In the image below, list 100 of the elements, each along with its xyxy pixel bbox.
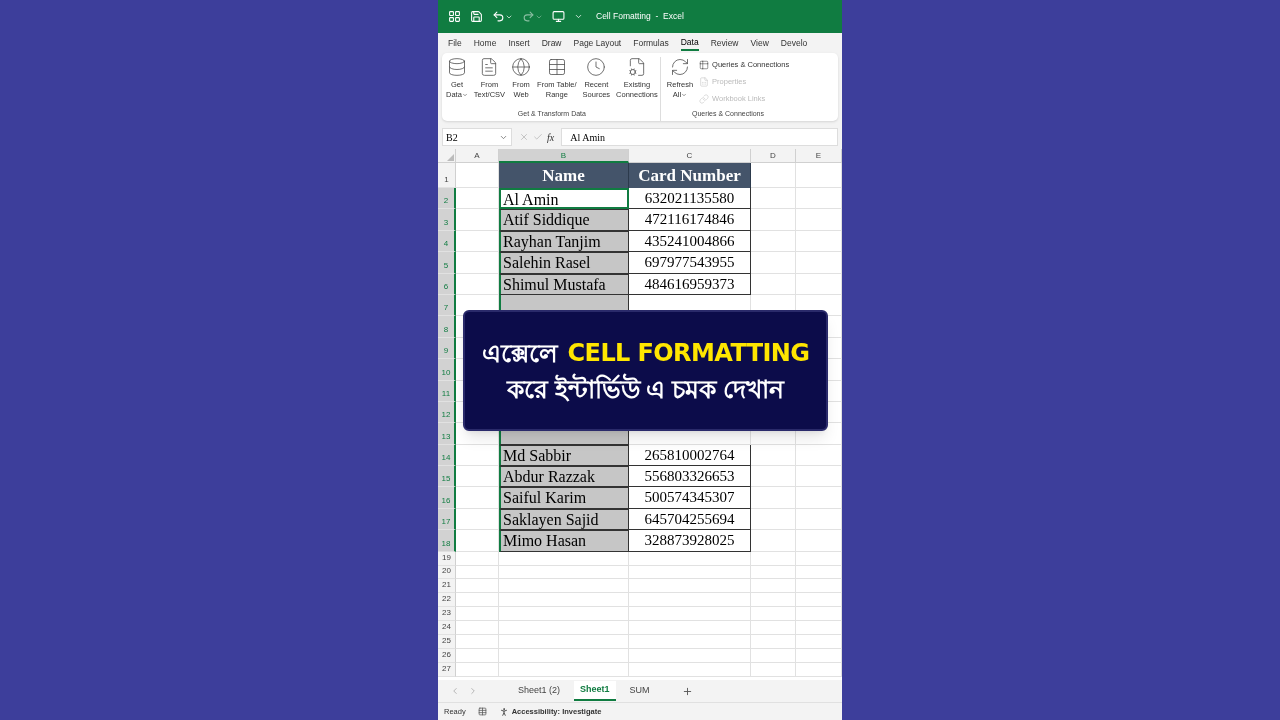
empty-cell (796, 551, 842, 566)
formula-field[interactable]: Al Amin (561, 128, 838, 146)
row-header[interactable]: 22 (438, 593, 456, 608)
banner-text: এক্সেলে (481, 337, 558, 369)
table-cell: Md Sabbir (499, 444, 629, 467)
macro-icon[interactable] (477, 707, 487, 716)
column-header[interactable]: C (629, 149, 751, 163)
table-cell: 472116174846 (629, 209, 751, 231)
column-heading: Card Number (629, 163, 751, 188)
table-cell: Abdur Razzak (499, 466, 629, 488)
row-header[interactable]: 24 (438, 621, 456, 635)
column-header[interactable]: A (456, 149, 499, 163)
add-sheet-icon[interactable] (681, 685, 693, 697)
empty-cell (751, 662, 796, 677)
ribbon-tab[interactable]: Page Layout (573, 35, 622, 51)
next-sheet-icon[interactable] (468, 686, 478, 696)
form-icon[interactable] (552, 10, 565, 23)
table-cell: Rayhan Tanjim (499, 230, 629, 253)
table-cell: Atif Siddique (499, 209, 629, 231)
ribbon-tab[interactable]: Formulas (633, 35, 669, 51)
redo-icon[interactable] (522, 10, 535, 23)
ribbon-tab[interactable]: Draw (541, 35, 562, 51)
sheet-tab[interactable]: Sheet1 (574, 681, 616, 701)
ribbon-tab[interactable]: Review (710, 35, 739, 51)
column-heading: Name (499, 163, 629, 188)
empty-cell (796, 466, 842, 488)
table-cell: 265810002764 (629, 444, 751, 467)
row-header[interactable]: 16 (438, 487, 456, 509)
row-header[interactable]: 10 (438, 359, 456, 381)
empty-cell (796, 487, 842, 509)
row-header[interactable]: 18 (438, 530, 456, 552)
column-header[interactable]: E (796, 149, 842, 163)
row-header[interactable]: 12 (438, 401, 456, 424)
previous-sheet-icon[interactable] (450, 686, 460, 696)
row-header[interactable]: 7 (438, 294, 456, 317)
row-header[interactable]: 5 (438, 252, 456, 274)
window-title: Cell Fomatting - Excel (596, 10, 684, 23)
table-cell: 632021135580 (629, 188, 751, 210)
select-all-corner[interactable] (438, 149, 456, 163)
save-icon[interactable] (470, 10, 483, 23)
row-header[interactable]: 14 (438, 444, 456, 467)
empty-cell (796, 209, 842, 231)
row-header[interactable]: 11 (438, 380, 456, 402)
enter-icon[interactable] (533, 132, 543, 142)
empty-cell (796, 252, 842, 274)
connections-icon (626, 57, 647, 77)
ribbon-tab[interactable]: Data (680, 35, 699, 51)
table-cell: Al Amin (499, 188, 629, 210)
sheet-tab[interactable]: Sheet1 (2) (512, 681, 567, 701)
ribbon-tab[interactable]: Insert (508, 35, 530, 51)
empty-cell (751, 635, 796, 649)
empty-cell (796, 273, 842, 295)
table-cell: Mimo Hasan (499, 530, 629, 552)
empty-cell (796, 565, 842, 580)
row-header[interactable]: 9 (438, 337, 456, 360)
table-cell: Saklayen Sajid (499, 508, 629, 531)
corner-triangle-icon (447, 154, 454, 161)
row-header[interactable]: 6 (438, 273, 456, 295)
empty-cell (796, 530, 842, 552)
row-header[interactable]: 15 (438, 466, 456, 488)
empty-cell (751, 551, 796, 566)
table-cell: Saiful Karim (499, 487, 629, 509)
table-icon (546, 57, 567, 77)
banner-highlight: CELL FORMATTING (567, 337, 810, 369)
column-header[interactable]: B (499, 149, 629, 163)
ribbon-tab[interactable]: Home (473, 35, 497, 51)
empty-cell (796, 188, 842, 210)
empty-cell (796, 662, 842, 677)
customize-caret-icon[interactable] (574, 12, 583, 21)
row-header[interactable]: 8 (438, 316, 456, 338)
table-cell: 697977543955 (629, 252, 751, 274)
row-header[interactable]: 1 (438, 163, 456, 188)
empty-cell (796, 230, 842, 253)
row-header[interactable]: 13 (438, 423, 456, 445)
cancel-icon[interactable] (519, 132, 529, 142)
ribbon-tab[interactable]: Develo (780, 35, 808, 51)
empty-cell (751, 621, 796, 635)
table-cell: 645704255694 (629, 508, 751, 531)
table-cell: Salehin Rasel (499, 252, 629, 274)
accessibility-icon (498, 706, 509, 717)
table-cell: 556803326653 (629, 466, 751, 488)
function-icon[interactable]: fx (547, 129, 555, 145)
row-header[interactable]: 4 (438, 230, 456, 253)
undo-icon[interactable] (492, 10, 505, 23)
row-header[interactable]: 3 (438, 209, 456, 231)
row-header[interactable]: 2 (438, 188, 456, 210)
ribbon-tab[interactable]: File (448, 35, 462, 51)
column-header[interactable]: D (751, 149, 796, 163)
name-box[interactable]: B2 (442, 128, 512, 146)
sheet-tab[interactable]: SUM (623, 681, 656, 701)
table-cell: 435241004866 (629, 230, 751, 253)
ribbon-tab[interactable]: View (750, 35, 769, 51)
empty-cell (751, 593, 796, 608)
empty-cell (796, 621, 842, 635)
row-header[interactable]: 17 (438, 508, 456, 531)
row-header[interactable]: 21 (438, 579, 456, 594)
row-header[interactable]: 23 (438, 607, 456, 622)
empty-cell (751, 579, 796, 594)
empty-cell (796, 444, 842, 467)
empty-cell (796, 579, 842, 594)
